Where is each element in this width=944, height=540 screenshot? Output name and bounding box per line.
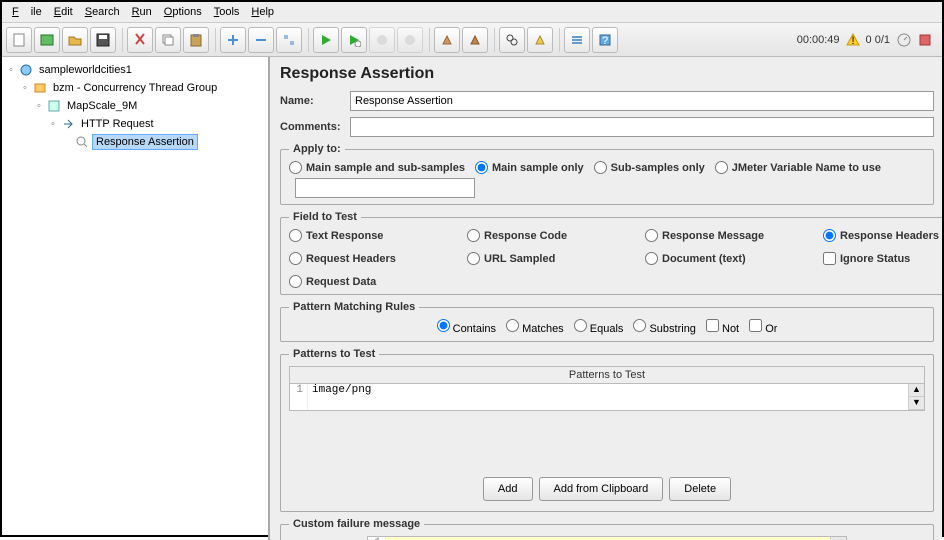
name-label: Name: [280, 95, 350, 107]
function-helper-icon[interactable] [564, 27, 590, 53]
start-icon[interactable] [313, 27, 339, 53]
menu-help[interactable]: Help [245, 4, 280, 20]
shutdown-icon[interactable] [397, 27, 423, 53]
menu-edit[interactable]: Edit [48, 4, 79, 20]
search-icon[interactable] [499, 27, 525, 53]
testplan-icon [18, 62, 34, 78]
editor-panel: Response Assertion Name: Comments: Apply… [270, 57, 942, 540]
thread-counts: 0 0/1 [866, 34, 890, 46]
toolbar: ? 00:00:49 ! 0 0/1 [2, 23, 942, 57]
gauge-icon[interactable] [896, 32, 912, 48]
toggle-icon[interactable] [276, 27, 302, 53]
pattern-row-1[interactable]: image/png [308, 384, 908, 410]
tree-root[interactable]: ◦ sampleworldcities1 [4, 61, 266, 79]
menu-file[interactable]: File [6, 4, 48, 20]
field-to-test-group: Field to Test Text Response Response Cod… [280, 211, 942, 295]
tree-toggle-icon[interactable]: ◦ [48, 118, 58, 130]
menu-options[interactable]: Options [158, 4, 208, 20]
help-icon[interactable]: ? [592, 27, 618, 53]
start-no-timers-icon[interactable] [341, 27, 367, 53]
apply-sub[interactable]: Sub-samples only [594, 161, 705, 174]
match-or[interactable]: Or [749, 319, 777, 335]
tree-thread-group[interactable]: ◦ bzm - Concurrency Thread Group [4, 79, 266, 97]
threadgroup-icon [32, 80, 48, 96]
menu-bar: File Edit Search Run Options Tools Help [2, 2, 942, 23]
expand-icon[interactable] [220, 27, 246, 53]
log-icon[interactable] [918, 33, 932, 47]
apply-var[interactable]: JMeter Variable Name to use [715, 161, 881, 174]
apply-to-group: Apply to: Main sample and sub-samples Ma… [280, 143, 934, 205]
field-document[interactable]: Document (text) [645, 252, 815, 265]
warning-icon: ! [846, 33, 860, 47]
match-not[interactable]: Not [706, 319, 739, 335]
svg-text:?: ? [602, 35, 608, 47]
panel-title: Response Assertion [280, 65, 934, 83]
tree-controller[interactable]: ◦ MapScale_9M [4, 97, 266, 115]
field-response-headers[interactable]: Response Headers [823, 229, 942, 242]
collapse-icon[interactable] [248, 27, 274, 53]
save-icon[interactable] [90, 27, 116, 53]
comments-input[interactable] [350, 117, 934, 137]
variable-name-input[interactable] [295, 178, 475, 198]
clear-all-icon[interactable] [462, 27, 488, 53]
apply-main-sub[interactable]: Main sample and sub-samples [289, 161, 465, 174]
templates-icon[interactable] [34, 27, 60, 53]
reset-search-icon[interactable] [527, 27, 553, 53]
test-plan-tree[interactable]: ◦ sampleworldcities1 ◦ bzm - Concurrency… [2, 57, 270, 540]
matching-rules-group: Pattern Matching Rules Contains Matches … [280, 301, 934, 342]
clear-icon[interactable] [434, 27, 460, 53]
delete-button[interactable]: Delete [669, 477, 731, 501]
match-matches[interactable]: Matches [506, 319, 564, 335]
elapsed-time: 00:00:49 [797, 34, 840, 46]
cut-icon[interactable] [127, 27, 153, 53]
patterns-scroll[interactable]: ▲▼ [908, 384, 924, 410]
menu-search[interactable]: Search [79, 4, 126, 20]
tree-toggle-icon[interactable]: ◦ [34, 100, 44, 112]
patterns-header: Patterns to Test [289, 366, 925, 383]
match-contains[interactable]: Contains [437, 319, 496, 335]
field-text-response[interactable]: Text Response [289, 229, 459, 242]
tree-response-assertion[interactable]: ◦ Response Assertion [4, 133, 266, 151]
scroll-down-icon: ▼ [909, 397, 924, 410]
add-from-clipboard-button[interactable]: Add from Clipboard [539, 477, 664, 501]
field-response-code[interactable]: Response Code [467, 229, 637, 242]
svg-text:!: ! [851, 35, 854, 47]
add-button[interactable]: Add [483, 477, 533, 501]
menu-run[interactable]: Run [126, 4, 158, 20]
controller-icon [46, 98, 62, 114]
sampler-icon [60, 116, 76, 132]
new-icon[interactable] [6, 27, 32, 53]
patterns-group: Patterns to Test Patterns to Test 1 imag… [280, 348, 934, 512]
menu-tools[interactable]: Tools [208, 4, 246, 20]
copy-icon[interactable] [155, 27, 181, 53]
comments-label: Comments: [280, 121, 350, 133]
match-equals[interactable]: Equals [574, 319, 624, 335]
toolbar-status: 00:00:49 ! 0 0/1 [797, 32, 938, 48]
apply-main[interactable]: Main sample only [475, 161, 584, 174]
field-request-data[interactable]: Request Data [289, 275, 459, 288]
tree-toggle-icon[interactable]: ◦ [6, 64, 16, 76]
field-response-message[interactable]: Response Message [645, 229, 815, 242]
paste-icon[interactable] [183, 27, 209, 53]
assertion-icon [74, 134, 90, 150]
name-input[interactable] [350, 91, 934, 111]
stop-icon[interactable] [369, 27, 395, 53]
match-substring[interactable]: Substring [633, 319, 696, 335]
field-url-sampled[interactable]: URL Sampled [467, 252, 637, 265]
scroll-up-icon: ▲ [909, 384, 924, 397]
open-icon[interactable] [62, 27, 88, 53]
ignore-status[interactable]: Ignore Status [823, 252, 942, 265]
field-request-headers[interactable]: Request Headers [289, 252, 459, 265]
tree-toggle-icon[interactable]: ◦ [20, 82, 30, 94]
tree-http-request[interactable]: ◦ HTTP Request [4, 115, 266, 133]
patterns-table[interactable]: 1 image/png ▲▼ [289, 383, 925, 411]
